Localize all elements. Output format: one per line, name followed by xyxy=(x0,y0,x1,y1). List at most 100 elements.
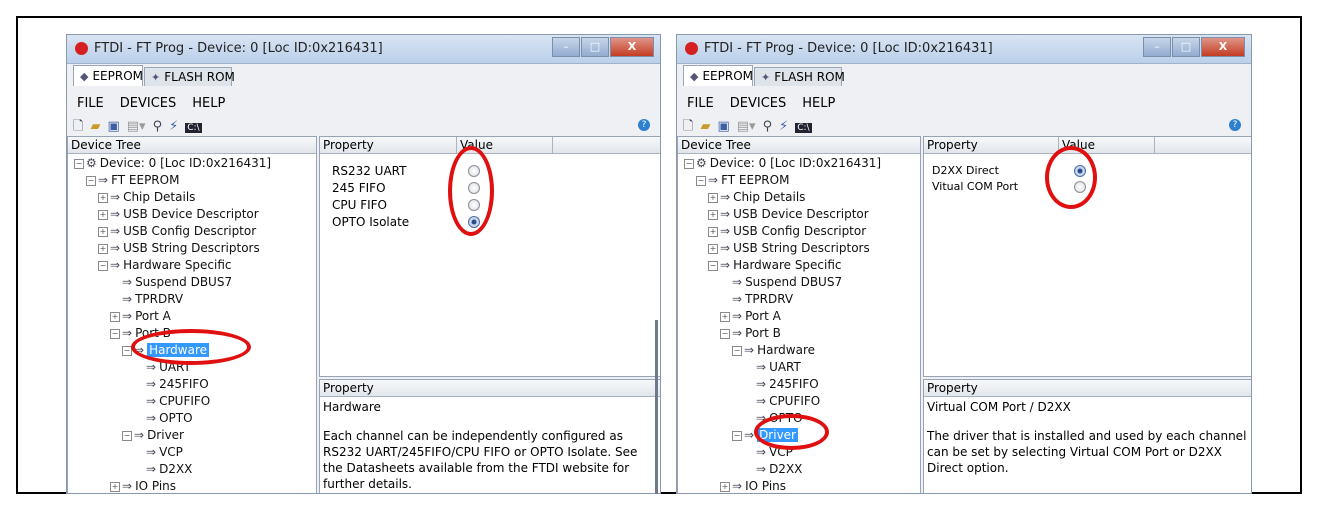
tree-node-label: Chip Details xyxy=(733,190,806,204)
tree-node-label: Suspend DBUS7 xyxy=(135,275,233,289)
tree-node[interactable]: − ⇒ Port B xyxy=(720,325,781,342)
tree-node[interactable]: ⇒ 245FIFO xyxy=(134,376,209,393)
tree-node[interactable]: ⇒ OPTO xyxy=(134,410,193,427)
expand-icon[interactable]: + xyxy=(98,227,108,237)
collapse-icon[interactable]: − xyxy=(684,159,694,169)
expand-icon[interactable]: + xyxy=(98,193,108,203)
open-icon[interactable]: ▰ xyxy=(90,119,100,134)
menu-help[interactable]: HELP xyxy=(802,93,835,115)
tree-node[interactable]: − ⚙ Device: 0 [Loc ID:0x216431] xyxy=(74,155,271,172)
tree-node[interactable]: ⇒ Suspend DBUS7 xyxy=(720,274,842,291)
expand-icon[interactable]: + xyxy=(708,227,718,237)
tab-eeprom[interactable]: ◆ EEPROM xyxy=(683,65,753,86)
tree-node[interactable]: − ⇒ Driver xyxy=(122,427,184,444)
arrow-icon: ⇒ xyxy=(146,360,157,374)
console-icon[interactable]: C:\ xyxy=(185,123,202,133)
tree-node[interactable]: − ⚙ Device: 0 [Loc ID:0x216431] xyxy=(684,155,881,172)
tree-node[interactable]: + ⇒ Chip Details xyxy=(98,189,195,206)
help-icon[interactable]: ? xyxy=(1229,119,1241,131)
tree-node[interactable]: − ⇒ FT EEPROM xyxy=(696,172,789,189)
tree-node[interactable]: − ⇒ Hardware Specific xyxy=(708,257,842,274)
minimize-button[interactable]: – xyxy=(552,37,580,57)
search-icon[interactable]: ⚲ xyxy=(763,119,773,134)
collapse-icon[interactable]: − xyxy=(708,261,718,271)
tree-node-label: Port A xyxy=(135,309,171,323)
expand-icon[interactable]: + xyxy=(708,193,718,203)
collapse-icon[interactable]: − xyxy=(98,261,108,271)
expand-icon[interactable]: + xyxy=(98,210,108,220)
tree-node[interactable]: ⇒ D2XX xyxy=(744,461,802,478)
tree-node[interactable]: − ⇒ FT EEPROM xyxy=(86,172,179,189)
tree-node[interactable]: + ⇒ USB Config Descriptor xyxy=(98,223,256,240)
expand-icon[interactable]: + xyxy=(110,482,120,492)
collapse-icon[interactable]: − xyxy=(696,176,706,186)
collapse-icon[interactable]: − xyxy=(732,346,742,356)
tree-node[interactable]: ⇒ CPUFIFO xyxy=(134,393,210,410)
tree-node[interactable]: + ⇒ USB String Descriptors xyxy=(98,240,260,257)
tree-node[interactable]: ⇒ CPUFIFO xyxy=(744,393,820,410)
tree-node[interactable]: + ⇒ USB Device Descriptor xyxy=(98,206,259,223)
copy-icon[interactable]: ▤▾ xyxy=(737,119,756,134)
maximize-button[interactable]: □ xyxy=(1172,37,1200,57)
save-icon[interactable]: ▣ xyxy=(107,119,119,134)
tree-node[interactable]: + ⇒ Chip Details xyxy=(708,189,805,206)
tree-node[interactable]: + ⇒ IO Pins xyxy=(720,478,786,493)
tab-flash-rom[interactable]: ✦ FLASH ROM xyxy=(754,67,845,86)
tab-eeprom[interactable]: ◆ EEPROM xyxy=(73,65,143,86)
expand-icon[interactable]: + xyxy=(98,244,108,254)
description-title: Hardware xyxy=(323,400,381,414)
expand-icon[interactable]: + xyxy=(708,210,718,220)
tree-node[interactable]: + ⇒ USB String Descriptors xyxy=(708,240,870,257)
menu-file[interactable]: FILE xyxy=(77,93,104,115)
tree-node[interactable]: + ⇒ IO Pins xyxy=(110,478,176,493)
tree-node[interactable]: ⇒ TPRDRV xyxy=(720,291,793,308)
tree-node[interactable]: ⇒ D2XX xyxy=(134,461,192,478)
option-label: D2XX Direct xyxy=(932,164,999,177)
tree-node[interactable]: + ⇒ USB Config Descriptor xyxy=(708,223,866,240)
tab-flash-rom[interactable]: ✦ FLASH ROM xyxy=(144,67,235,86)
program-icon[interactable]: ⚡ xyxy=(169,119,178,134)
tree-node-label: TPRDRV xyxy=(135,292,184,306)
tree-node[interactable]: ⇒ VCP xyxy=(134,444,183,461)
expand-icon[interactable]: + xyxy=(708,244,718,254)
open-icon[interactable]: ▰ xyxy=(700,119,710,134)
collapse-icon[interactable]: − xyxy=(732,431,742,441)
collapse-icon[interactable]: − xyxy=(122,431,132,441)
menu-file[interactable]: FILE xyxy=(687,93,714,115)
console-icon[interactable]: C:\ xyxy=(795,123,812,133)
tree-node[interactable]: ⇒ Suspend DBUS7 xyxy=(110,274,232,291)
tree-node-label: USB Config Descriptor xyxy=(123,224,257,238)
maximize-button[interactable]: □ xyxy=(581,37,609,57)
tree-node[interactable]: + ⇒ Port A xyxy=(110,308,171,325)
tree-node[interactable]: + ⇒ USB Device Descriptor xyxy=(708,206,869,223)
tree-node-label: Driver xyxy=(147,428,184,442)
collapse-icon[interactable]: − xyxy=(74,159,84,169)
minimize-button[interactable]: – xyxy=(1143,37,1171,57)
expand-icon[interactable]: + xyxy=(720,312,730,322)
tree-node[interactable]: ⇒ UART xyxy=(744,359,801,376)
program-icon[interactable]: ⚡ xyxy=(779,119,788,134)
menu-devices[interactable]: DEVICES xyxy=(730,93,787,115)
save-icon[interactable]: ▣ xyxy=(717,119,729,134)
expand-icon[interactable]: + xyxy=(110,312,120,322)
description-title: Virtual COM Port / D2XX xyxy=(927,400,1071,414)
search-icon[interactable]: ⚲ xyxy=(153,119,163,134)
tree-node-label: USB String Descriptors xyxy=(123,241,260,255)
highlight-circle-driver-options xyxy=(1045,146,1097,209)
tree-node[interactable]: − ⇒ Hardware xyxy=(732,342,815,359)
collapse-icon[interactable]: − xyxy=(86,176,96,186)
tree-node[interactable]: ⇒ 245FIFO xyxy=(744,376,819,393)
tree-node[interactable]: ⇒ TPRDRV xyxy=(110,291,183,308)
expand-icon[interactable]: + xyxy=(720,482,730,492)
close-button[interactable]: X xyxy=(610,37,654,57)
menu-help[interactable]: HELP xyxy=(192,93,225,115)
copy-icon[interactable]: ▤▾ xyxy=(127,119,146,134)
close-button[interactable]: X xyxy=(1201,37,1245,57)
tree-node-label: Device: 0 [Loc ID:0x216431] xyxy=(99,156,272,170)
collapse-icon[interactable]: − xyxy=(110,329,120,339)
menu-devices[interactable]: DEVICES xyxy=(120,93,177,115)
tree-node[interactable]: + ⇒ Port A xyxy=(720,308,781,325)
help-icon[interactable]: ? xyxy=(638,119,650,131)
tree-node[interactable]: − ⇒ Hardware Specific xyxy=(98,257,232,274)
collapse-icon[interactable]: − xyxy=(720,329,730,339)
